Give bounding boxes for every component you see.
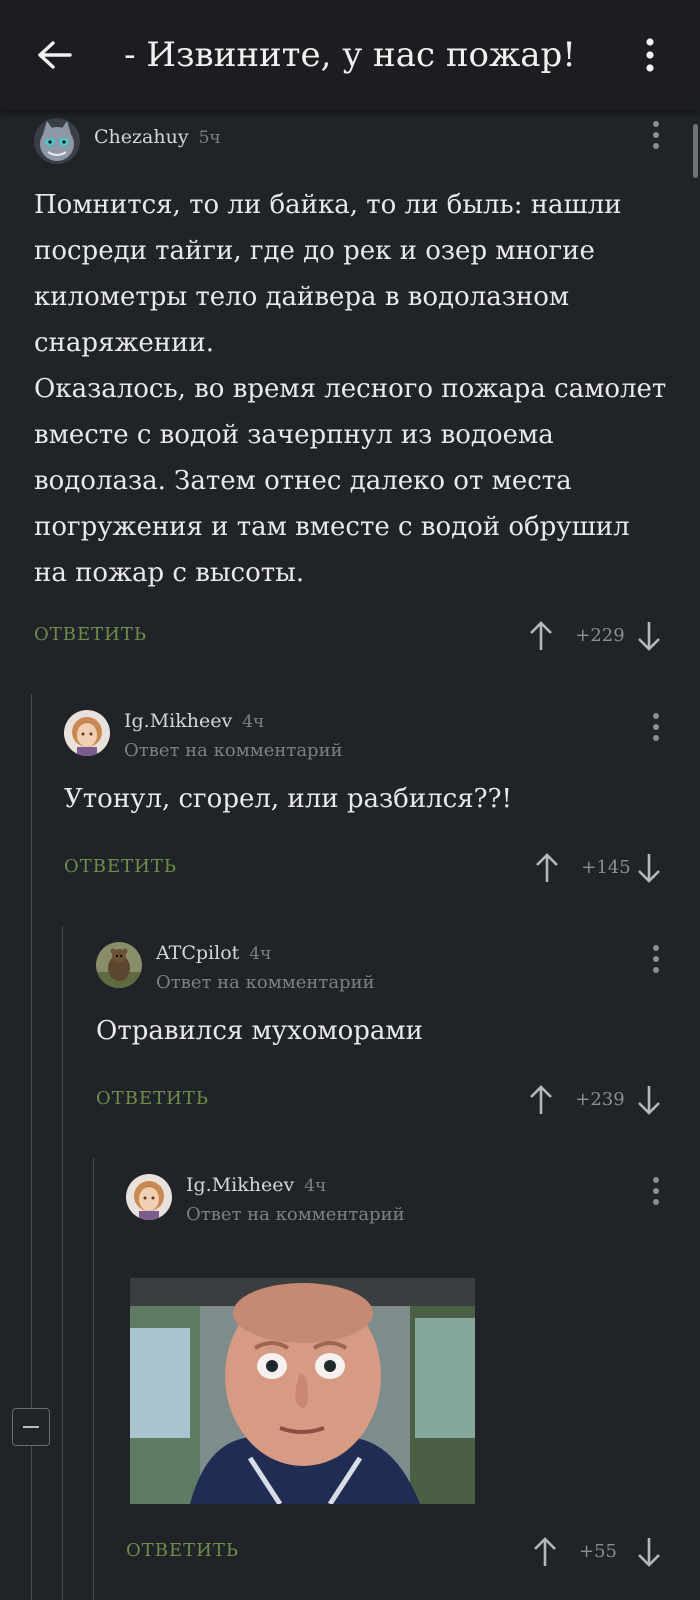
comment-header: Ig.Mikheev 4ч Ответ на комментарий	[64, 710, 668, 766]
reply-button[interactable]: ОТВЕТИТЬ	[126, 1540, 239, 1561]
comment-actions: ОТВЕТИТЬ +229	[34, 618, 674, 658]
comment-reply: ATCpilot 4ч Ответ на комментарий Отравилс…	[96, 942, 668, 1054]
arrow-up-icon	[530, 621, 552, 650]
reply-to-note[interactable]: Ответ на комментарий	[156, 972, 375, 993]
photo-surprised-man-in-car	[130, 1278, 475, 1504]
reply-to-note[interactable]: Ответ на комментарий	[186, 1204, 405, 1225]
thread-line-level-3[interactable]	[93, 1158, 94, 1600]
more-vertical-icon	[646, 38, 654, 72]
downvote-button[interactable]	[634, 1534, 664, 1570]
top-app-bar: - Извините, у нас пожар!	[0, 0, 700, 110]
comment-author[interactable]: Chezahuy 5ч	[94, 126, 221, 148]
thread-line-level-1[interactable]	[31, 694, 32, 1600]
more-vertical-icon	[653, 1177, 659, 1205]
arrow-left-icon	[38, 41, 72, 69]
comment-text: Отравился мухоморами	[96, 1016, 423, 1046]
back-button[interactable]	[30, 30, 80, 80]
thread-line-level-2[interactable]	[62, 926, 63, 1600]
avatar[interactable]	[64, 710, 110, 756]
comment-actions: ОТВЕТИТЬ +55	[126, 1534, 674, 1574]
comment-text-line: Оказалось, во время лесного пожара самол…	[34, 374, 667, 404]
comment-text-line: погружения и там вместе с водой обрушил	[34, 512, 630, 542]
downvote-button[interactable]	[634, 850, 664, 886]
more-vertical-icon	[653, 945, 659, 973]
comment-header: Ig.Mikheev 4ч Ответ на комментарий	[126, 1174, 668, 1230]
arrow-up-icon	[530, 1085, 552, 1114]
arrow-up-icon	[534, 1537, 556, 1566]
comment-text-line: километры тело дайвера в водолазном	[34, 282, 570, 312]
comment-time: 4ч	[304, 1176, 327, 1196]
app-root: - Извините, у нас пожар! Chezahuy 5ч Пом…	[0, 0, 700, 1600]
comment-text-line: вместе с водой зачерпнул из водоема	[34, 420, 554, 450]
comment-header: Chezahuy 5ч	[34, 118, 668, 174]
page-title: - Извините, у нас пожар!	[124, 35, 576, 75]
comment-score: +145	[581, 857, 631, 878]
comment-score: +55	[579, 1541, 617, 1562]
scrollbar[interactable]	[693, 124, 698, 178]
comment-score: +239	[575, 1089, 625, 1110]
comment-text-line: снаряжении.	[34, 328, 214, 358]
comment-header: ATCpilot 4ч Ответ на комментарий	[96, 942, 668, 998]
comment-more-button[interactable]	[644, 1174, 668, 1208]
comment-score: +229	[575, 625, 625, 646]
comment-author[interactable]: Ig.Mikheev 4ч	[124, 710, 264, 732]
comment-text-line: на пожар с высоты.	[34, 558, 305, 588]
arrow-down-icon	[638, 1086, 660, 1115]
comment-actions: ОТВЕТИТЬ +145	[64, 850, 674, 890]
comment-more-button[interactable]	[644, 710, 668, 744]
comment-time: 4ч	[249, 944, 272, 964]
comment-more-button[interactable]	[644, 942, 668, 976]
comment-image[interactable]	[130, 1278, 475, 1504]
comment-text: Утонул, сгорел, или разбился??!	[64, 784, 512, 814]
downvote-button[interactable]	[634, 1082, 664, 1118]
comment-text: Помнится, то ли байка, то ли быль: нашли…	[34, 182, 668, 596]
arrow-down-icon	[638, 854, 660, 883]
more-vertical-icon	[653, 121, 659, 149]
comment-time: 5ч	[198, 128, 221, 148]
avatar[interactable]	[96, 942, 142, 988]
arrow-down-icon	[638, 1538, 660, 1567]
arrow-down-icon	[638, 622, 660, 651]
reply-button[interactable]: ОТВЕТИТЬ	[64, 856, 177, 877]
comment-reply: Ig.Mikheev 4ч Ответ на комментарий	[126, 1174, 668, 1230]
upvote-button[interactable]	[530, 1534, 560, 1570]
avatar[interactable]	[126, 1174, 172, 1220]
reply-button[interactable]: ОТВЕТИТЬ	[96, 1088, 209, 1109]
comment-text-line: посреди тайги, где до рек и озер многие	[34, 236, 595, 266]
reply-to-note[interactable]: Ответ на комментарий	[124, 740, 343, 761]
comment-author[interactable]: ATCpilot 4ч	[156, 942, 271, 964]
avatar[interactable]	[34, 118, 80, 164]
upvote-button[interactable]	[532, 850, 562, 886]
collapse-thread-button[interactable]	[12, 1408, 50, 1446]
comment-time: 4ч	[242, 712, 265, 732]
comment-actions: ОТВЕТИТЬ +239	[96, 1082, 674, 1122]
more-vertical-icon	[653, 713, 659, 741]
upvote-button[interactable]	[526, 1082, 556, 1118]
comment-more-button[interactable]	[644, 118, 668, 152]
collapse-thread-icon	[23, 1426, 39, 1428]
reply-button[interactable]: ОТВЕТИТЬ	[34, 624, 147, 645]
upvote-button[interactable]	[526, 618, 556, 654]
downvote-button[interactable]	[634, 618, 664, 654]
comment-text-line: водолаза. Затем отнес далеко от места	[34, 466, 572, 496]
arrow-up-icon	[536, 853, 558, 882]
comment-text-line: Помнится, то ли байка, то ли быль: нашли	[34, 190, 622, 220]
comment: Chezahuy 5ч Помнится, то ли байка, то ли …	[34, 118, 668, 596]
header-more-button[interactable]	[630, 30, 670, 80]
comment-author[interactable]: Ig.Mikheev 4ч	[186, 1174, 326, 1196]
comment-reply: Ig.Mikheev 4ч Ответ на комментарий Утонул…	[64, 710, 668, 822]
